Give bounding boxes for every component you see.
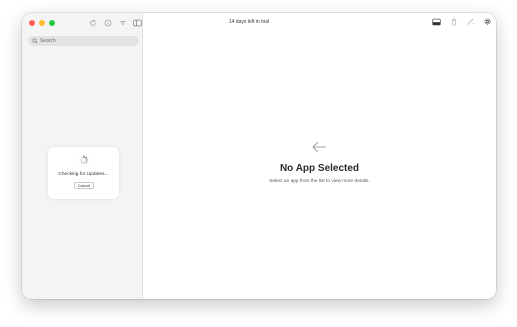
close-window-button[interactable] <box>29 20 35 26</box>
filter-icon[interactable] <box>118 18 127 27</box>
update-status-text: Checking for Updates... <box>58 172 109 177</box>
empty-state: No App Selected Select an app from the l… <box>143 13 496 299</box>
search-field[interactable] <box>28 36 139 46</box>
arrow-left-icon <box>312 141 327 153</box>
search-icon <box>32 38 38 44</box>
minimize-window-button[interactable] <box>39 20 45 26</box>
update-check-card: Checking for Updates... Cancel <box>48 147 119 199</box>
app-window: Checking for Updates... Cancel 14 days l… <box>22 13 496 299</box>
empty-state-title: No App Selected <box>279 163 360 174</box>
cancel-button[interactable]: Cancel <box>74 182 94 189</box>
refresh-icon[interactable] <box>88 18 97 27</box>
search-input[interactable] <box>40 38 135 44</box>
sidebar-toggle-icon[interactable] <box>133 18 142 27</box>
sidebar: Checking for Updates... Cancel <box>22 13 143 299</box>
loading-spinner-icon <box>79 155 89 165</box>
sidebar-toolbar <box>88 18 142 27</box>
empty-state-subtitle: Select an app from the list to view more… <box>269 179 370 184</box>
window-controls <box>29 20 55 26</box>
zoom-window-button[interactable] <box>49 20 55 26</box>
info-icon[interactable] <box>103 18 112 27</box>
